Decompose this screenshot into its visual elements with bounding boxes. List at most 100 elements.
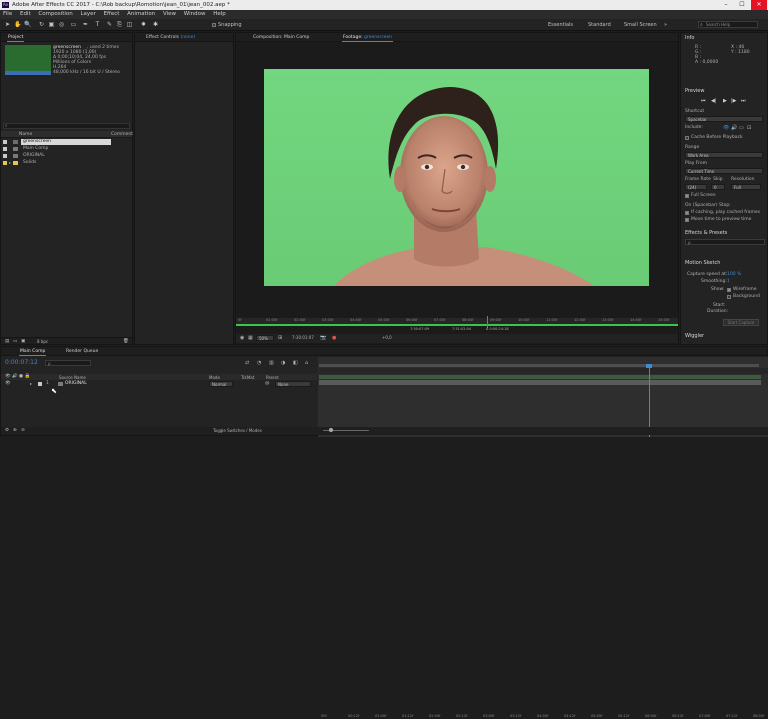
- exposure-value[interactable]: +0,0: [382, 335, 392, 340]
- grid-icon[interactable]: ⊞: [278, 335, 282, 341]
- eraser-tool-icon[interactable]: ◫: [126, 21, 133, 28]
- include-overlays-icon[interactable]: ▭: [739, 125, 744, 131]
- tab-project[interactable]: Project: [5, 33, 26, 42]
- smoothing-value[interactable]: 1: [727, 279, 730, 284]
- play-from-dropdown[interactable]: Current Time: [685, 168, 763, 174]
- clone-stamp-tool-icon[interactable]: ⎘: [116, 21, 123, 28]
- wiggler-title[interactable]: Wiggler: [685, 333, 704, 339]
- selection-tool-icon[interactable]: ➤: [4, 21, 11, 28]
- menu-composition[interactable]: Composition: [38, 11, 72, 17]
- layer-duration-bar[interactable]: [319, 380, 761, 385]
- current-time-display[interactable]: 7:30:01:07: [292, 335, 314, 340]
- menu-animation[interactable]: Animation: [127, 11, 155, 17]
- new-composition-icon[interactable]: ▣: [21, 339, 25, 344]
- rectangle-tool-icon[interactable]: ▭: [70, 21, 77, 28]
- timeline-timecode[interactable]: 0:00:07:12: [5, 359, 38, 366]
- tab-effect-controls[interactable]: Effect Controls (none): [143, 33, 198, 42]
- visibility-eye-icon[interactable]: 👁: [5, 381, 11, 386]
- project-search-input[interactable]: [3, 123, 130, 129]
- snapping-checkbox[interactable]: [212, 23, 216, 27]
- include-audio-icon[interactable]: 🔊: [731, 125, 737, 131]
- tab-footage[interactable]: Footage: greenscreen: [340, 33, 395, 42]
- workspace-small-screen[interactable]: Small Screen: [624, 22, 657, 28]
- layer-row[interactable]: 👁 ▸ 1 ORIGINAL Normal @ None: [1, 381, 317, 387]
- close-button[interactable]: ✕: [751, 0, 767, 10]
- show-channel-icon[interactable]: ●: [332, 335, 336, 341]
- full-screen-checkbox[interactable]: [685, 194, 689, 198]
- tab-main-comp[interactable]: Main Comp: [17, 347, 48, 356]
- search-help-input[interactable]: Search Help: [698, 21, 758, 28]
- menu-window[interactable]: Window: [184, 11, 206, 17]
- zoom-slider-handle[interactable]: [329, 428, 333, 432]
- previous-frame-icon[interactable]: ◀|: [711, 98, 717, 104]
- workspace-more-icon[interactable]: »: [664, 22, 667, 28]
- hand-tool-icon[interactable]: ✋: [14, 21, 21, 28]
- last-frame-icon[interactable]: ⏭: [741, 98, 746, 104]
- expand-time-icon[interactable]: ⊖: [21, 428, 25, 433]
- info-panel-title[interactable]: Info: [685, 35, 694, 41]
- timeline-search-input[interactable]: ρ: [45, 360, 91, 366]
- new-folder-icon[interactable]: ▭: [13, 339, 17, 344]
- tab-composition[interactable]: Composition: Main Comp: [250, 33, 312, 42]
- range-dropdown[interactable]: Work Area: [685, 152, 763, 158]
- bpc-label[interactable]: 8 bpc: [37, 339, 48, 344]
- layer-mode-dropdown[interactable]: Normal: [209, 381, 233, 387]
- layer-expand-arrow-icon[interactable]: ▸: [30, 381, 32, 386]
- footage-viewer[interactable]: [264, 69, 649, 286]
- timeline-playhead-handle[interactable]: [646, 364, 652, 368]
- menu-view[interactable]: View: [163, 11, 176, 17]
- timeline-work-area-bar[interactable]: [319, 364, 759, 367]
- motion-sketch-title[interactable]: Motion Sketch: [685, 260, 720, 266]
- comp-flowchart-icon[interactable]: ⇄: [245, 360, 249, 366]
- col-mode[interactable]: Mode: [209, 375, 220, 380]
- include-layer-controls-icon[interactable]: ⊡: [747, 125, 751, 131]
- workspace-essentials[interactable]: Essentials: [548, 22, 573, 28]
- rotate-tool-icon[interactable]: ↻: [38, 21, 45, 28]
- viewer-work-area-bar[interactable]: [236, 324, 678, 326]
- layer-label-color[interactable]: [38, 382, 42, 386]
- timeline-ruler[interactable]: [319, 368, 768, 374]
- project-item-main-comp[interactable]: Main Comp: [3, 146, 130, 152]
- menu-effect[interactable]: Effect: [104, 11, 120, 17]
- region-of-interest-icon[interactable]: ▦: [248, 335, 253, 341]
- camera-tool-icon[interactable]: ▣: [48, 21, 55, 28]
- menu-edit[interactable]: Edit: [20, 11, 31, 17]
- zoom-tool-icon[interactable]: 🔍: [24, 21, 31, 28]
- graph-editor-icon[interactable]: ◧: [293, 360, 298, 366]
- include-video-icon[interactable]: 👁: [723, 125, 729, 131]
- effects-presets-title[interactable]: Effects & Presets: [685, 230, 727, 236]
- layer-parent-dropdown[interactable]: None: [275, 381, 311, 387]
- pen-tool-icon[interactable]: ✒: [82, 21, 89, 28]
- project-item-greenscreen[interactable]: greenscreen: [3, 139, 130, 145]
- expand-switches-icon[interactable]: ⚙: [5, 428, 9, 433]
- menu-layer[interactable]: Layer: [80, 11, 95, 17]
- interpret-footage-icon[interactable]: ▤: [5, 339, 9, 344]
- col-source-name[interactable]: Source Name: [59, 375, 86, 380]
- pan-behind-tool-icon[interactable]: ◎: [58, 21, 65, 28]
- expand-modes-icon[interactable]: ⊕: [13, 428, 17, 433]
- col-name-header[interactable]: Name: [19, 132, 32, 137]
- preview-panel-title[interactable]: Preview: [685, 88, 704, 94]
- move-time-checkbox[interactable]: [685, 218, 689, 222]
- next-frame-icon[interactable]: |▶: [731, 98, 737, 104]
- trash-icon[interactable]: 🗑: [123, 339, 129, 344]
- col-parent[interactable]: Parent: [266, 375, 279, 380]
- start-capture-button[interactable]: Start Capture: [723, 319, 759, 326]
- zoom-dropdown[interactable]: 50%: [256, 335, 274, 341]
- draft-3d-icon[interactable]: ⌂: [305, 360, 308, 366]
- type-tool-icon[interactable]: T: [94, 21, 101, 28]
- background-checkbox[interactable]: [727, 295, 731, 299]
- menu-help[interactable]: Help: [213, 11, 226, 17]
- snapshot-icon[interactable]: 📷: [320, 335, 326, 341]
- pickwhip-icon[interactable]: @: [265, 381, 270, 386]
- expand-arrow-icon[interactable]: ▸: [9, 160, 11, 165]
- puppet-tool-icon[interactable]: ✱: [152, 21, 159, 28]
- project-item-solids[interactable]: ▸ Solids: [3, 160, 130, 166]
- roto-brush-tool-icon[interactable]: ✸: [140, 21, 147, 28]
- first-frame-icon[interactable]: ⏮: [701, 98, 706, 104]
- maximize-button[interactable]: ☐: [734, 0, 750, 10]
- col-comment-header[interactable]: Comment: [111, 132, 133, 137]
- frame-rate-dropdown[interactable]: (24): [685, 184, 707, 190]
- menu-file[interactable]: File: [3, 11, 12, 17]
- shy-layers-icon[interactable]: ◔: [257, 360, 261, 366]
